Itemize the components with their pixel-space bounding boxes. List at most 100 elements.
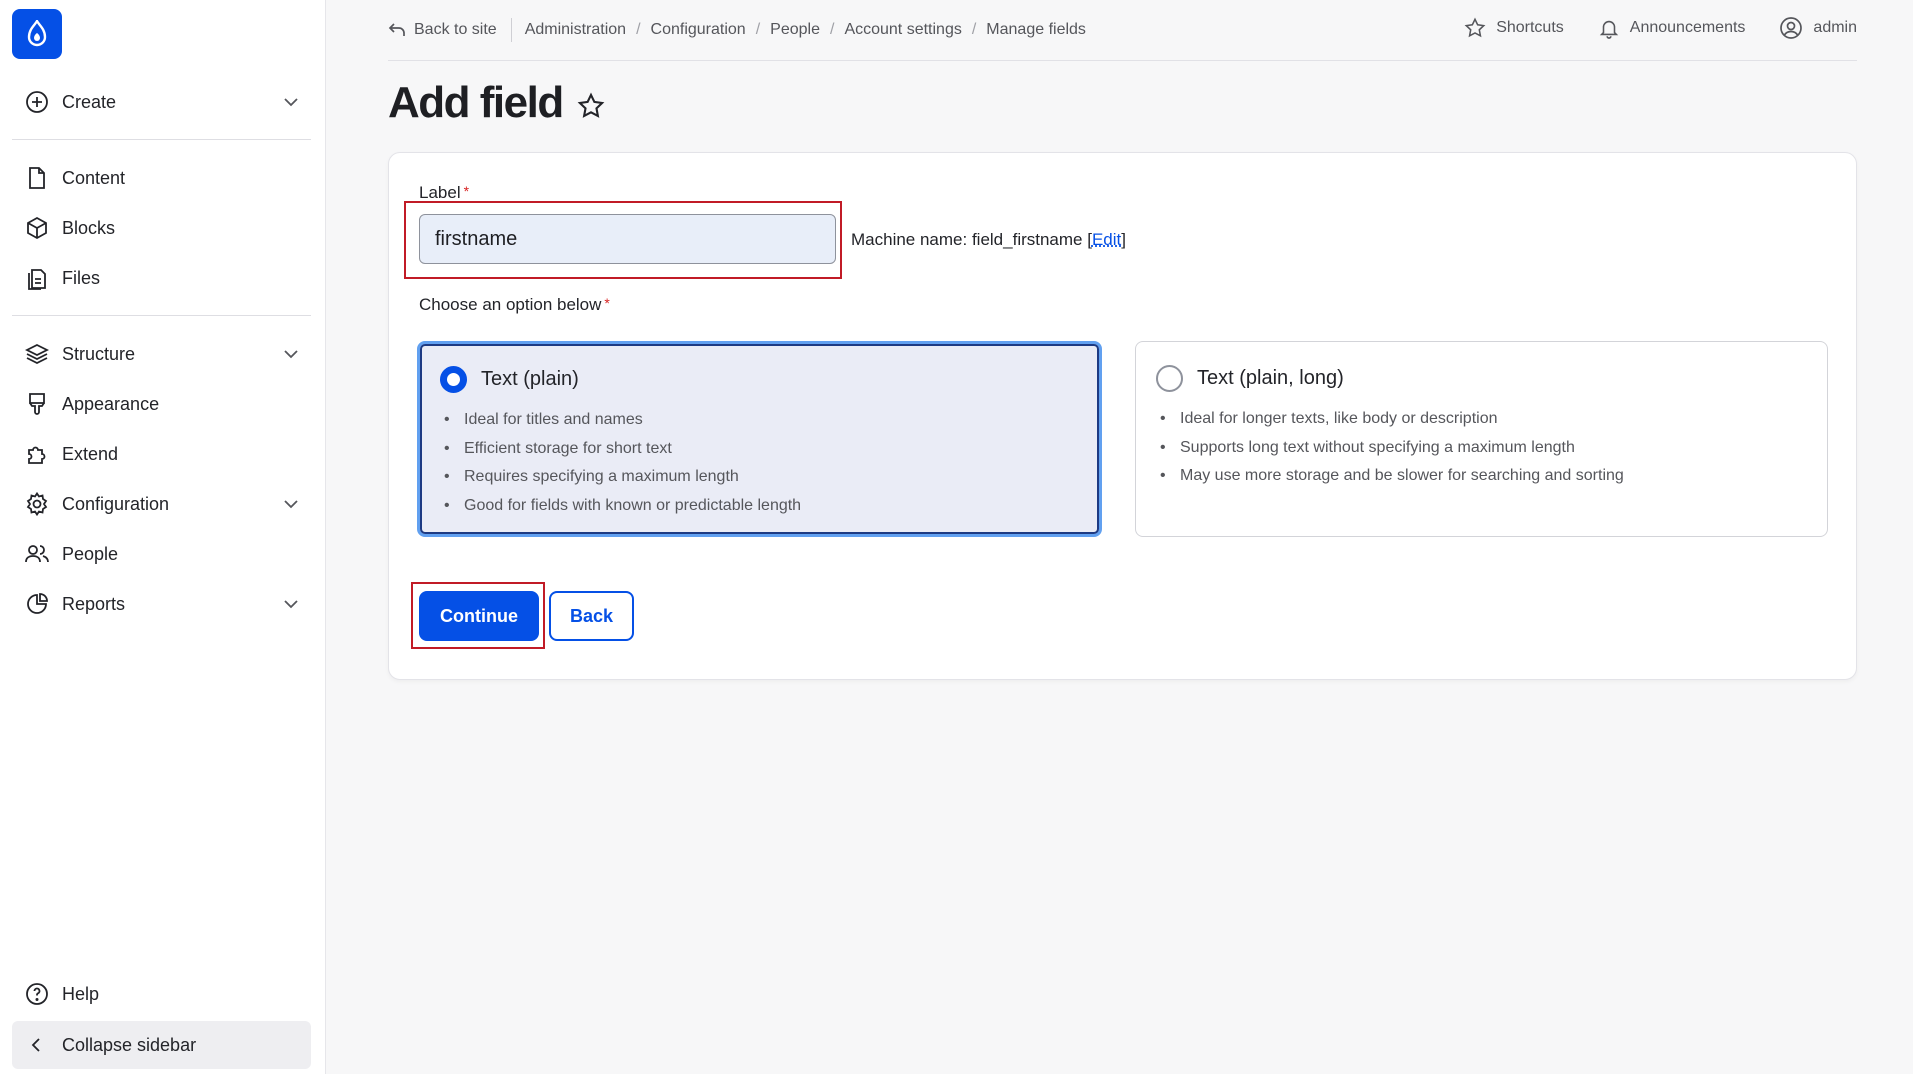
breadcrumb-manage-fields[interactable]: Manage fields [986, 21, 1086, 39]
add-field-form: Label* Machine name: field_firstname [Ed… [388, 152, 1857, 680]
user-circle-icon [1780, 17, 1803, 39]
files-icon [24, 265, 50, 291]
breadcrumb-configuration[interactable]: Configuration [651, 21, 746, 39]
breadcrumb-account-settings[interactable]: Account settings [844, 21, 961, 39]
people-icon [24, 541, 50, 567]
choose-option-label: Choose an option below * [419, 295, 610, 315]
sidebar: Create Content Blocks Files Structure Ap… [0, 0, 326, 1074]
page-title: Add field [388, 78, 564, 127]
sidebar-item-label: Blocks [62, 217, 116, 238]
breadcrumb: Back to site Administration / Configurat… [388, 18, 1086, 42]
pie-chart-icon [24, 591, 50, 617]
sidebar-item-label: Files [62, 267, 101, 288]
option-card-text-plain-long[interactable]: Text (plain, long) Ideal for longer text… [1135, 341, 1828, 537]
chevron-down-icon[interactable] [281, 92, 301, 112]
add-shortcut-star-icon[interactable] [577, 92, 605, 120]
sidebar-item-label: People [62, 543, 119, 564]
sidebar-item-reports[interactable]: Reports [12, 582, 311, 626]
label-text: Label [419, 183, 461, 202]
machine-name-text: Machine name: field_firstname [ [851, 230, 1092, 249]
sidebar-item-create[interactable]: Create [12, 80, 311, 124]
list-item: Ideal for longer texts, like body or des… [1160, 405, 1827, 434]
sidebar-item-label: Help [62, 983, 100, 1004]
sidebar-item-extend[interactable]: Extend [12, 432, 311, 476]
breadcrumb-administration[interactable]: Administration [525, 21, 626, 39]
top-right-actions: Shortcuts Announcements admin [1464, 0, 1857, 56]
sidebar-item-blocks[interactable]: Blocks [12, 206, 311, 250]
chevron-left-icon [24, 1032, 50, 1058]
list-item: Ideal for titles and names [444, 406, 1099, 435]
required-marker: * [604, 295, 610, 311]
option-title: Text (plain) [481, 368, 579, 390]
back-button[interactable]: Back [549, 591, 634, 641]
sidebar-item-label: Configuration [62, 493, 170, 514]
sidebar-item-label: Structure [62, 343, 136, 364]
sidebar-item-configuration[interactable]: Configuration [12, 482, 311, 526]
sidebar-item-label: Reports [62, 593, 126, 614]
sidebar-item-files[interactable]: Files [12, 256, 311, 300]
sidebar-item-help[interactable]: Help [12, 972, 311, 1016]
page-title-row: Add field [388, 78, 605, 128]
brush-icon [24, 391, 50, 417]
help-icon [24, 981, 50, 1007]
breadcrumb-people[interactable]: People [770, 21, 820, 39]
sidebar-item-structure[interactable]: Structure [12, 332, 311, 376]
list-item: Requires specifying a maximum length [444, 463, 1099, 492]
top-bar: Back to site Administration / Configurat… [388, 0, 1857, 61]
required-marker: * [463, 183, 470, 199]
user-name: admin [1813, 19, 1857, 36]
chevron-down-icon[interactable] [281, 344, 301, 364]
puzzle-icon [24, 441, 50, 467]
sidebar-divider [12, 315, 311, 316]
sidebar-item-label: Create [62, 91, 117, 112]
label-input[interactable] [419, 214, 836, 264]
shortcuts-label: Shortcuts [1496, 19, 1564, 36]
breadcrumb-separator: / [829, 21, 835, 38]
label-field-label: Label * [419, 183, 469, 203]
sidebar-item-content[interactable]: Content [12, 156, 311, 200]
option-bullets: Ideal for titles and names Efficient sto… [444, 406, 1099, 520]
sidebar-item-people[interactable]: People [12, 532, 311, 576]
back-arrow-icon [388, 23, 405, 36]
option-title: Text (plain, long) [1197, 367, 1344, 389]
layers-icon [24, 341, 50, 367]
list-item: May use more storage and be slower for s… [1160, 462, 1827, 491]
announcements-label: Announcements [1629, 19, 1746, 36]
collapse-sidebar-button[interactable]: Collapse sidebar [12, 1021, 311, 1069]
user-menu-button[interactable]: admin [1779, 16, 1857, 40]
sidebar-item-label: Content [62, 167, 126, 188]
option-card-text-plain[interactable]: Text (plain) Ideal for titles and names … [417, 341, 1102, 537]
edit-machine-name-link[interactable]: Edit [1092, 230, 1121, 249]
plus-circle-icon [24, 89, 50, 115]
breadcrumb-separator: / [755, 21, 761, 38]
machine-name-suffix: ] [1121, 230, 1126, 249]
sidebar-item-label: Extend [62, 443, 119, 464]
breadcrumb-separator: / [636, 21, 641, 38]
bell-icon [1599, 20, 1618, 39]
option-bullets: Ideal for longer texts, like body or des… [1160, 405, 1827, 491]
star-icon [1464, 17, 1486, 38]
sidebar-item-appearance[interactable]: Appearance [12, 382, 311, 426]
radio-button-selected[interactable] [440, 366, 467, 393]
back-to-site-link[interactable]: Back to site [414, 21, 497, 39]
list-item: Efficient storage for short text [444, 435, 1099, 464]
shortcuts-button[interactable]: Shortcuts [1464, 17, 1564, 39]
list-item: Good for fields with known or predictabl… [444, 492, 1099, 521]
gear-icon [24, 491, 50, 517]
radio-button[interactable] [1156, 365, 1183, 392]
machine-name: Machine name: field_firstname [Edit] [851, 230, 1126, 250]
cube-icon [24, 215, 50, 241]
drupal-logo[interactable] [12, 9, 62, 59]
sidebar-item-label: Appearance [62, 393, 160, 414]
sidebar-divider [12, 139, 311, 140]
continue-button[interactable]: Continue [419, 591, 539, 641]
drupal-drop-icon [27, 20, 47, 47]
sidebar-item-label: Collapse sidebar [62, 1034, 197, 1055]
chevron-down-icon[interactable] [281, 594, 301, 614]
document-icon [24, 165, 50, 191]
breadcrumb-separator: / [971, 21, 977, 38]
list-item: Supports long text without specifying a … [1160, 434, 1827, 463]
announcements-button[interactable]: Announcements [1598, 17, 1746, 39]
choose-text: Choose an option below [419, 295, 602, 314]
chevron-down-icon[interactable] [281, 494, 301, 514]
